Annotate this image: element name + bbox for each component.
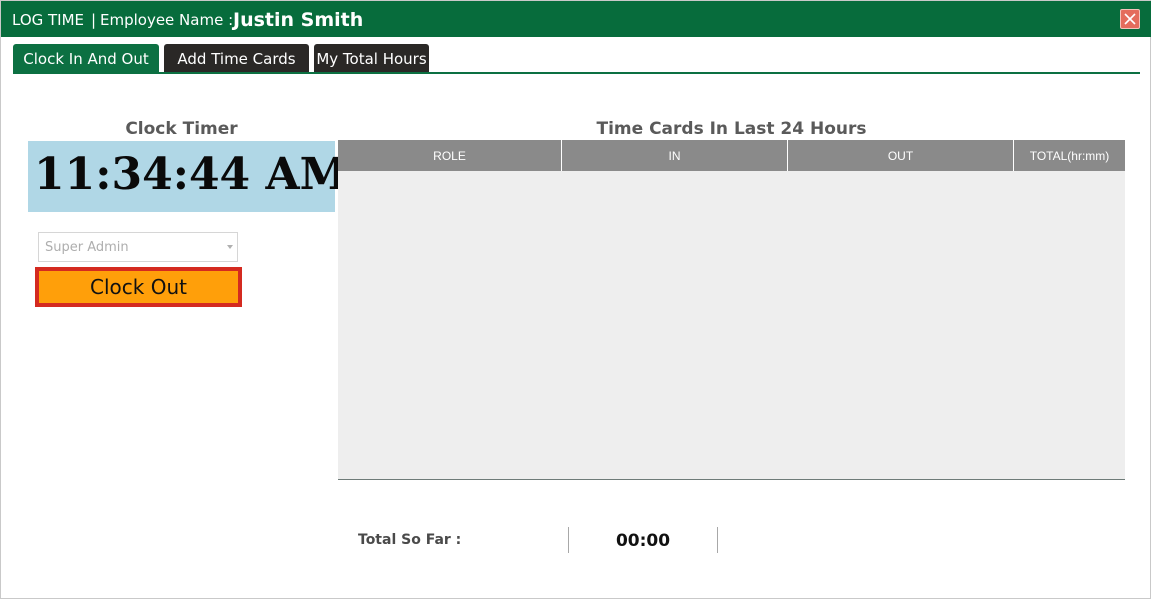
log-time-window: LOG TIME | Employee Name : Justin Smith … bbox=[0, 0, 1151, 599]
title-separator: | bbox=[91, 11, 97, 29]
tab-add-time-cards[interactable]: Add Time Cards bbox=[164, 44, 309, 73]
role-select-value: Super Admin bbox=[45, 240, 129, 255]
clock-time: 11:34:44 AM bbox=[34, 149, 349, 200]
column-header-in[interactable]: IN bbox=[562, 140, 788, 171]
employee-name-label: Employee Name : bbox=[100, 11, 234, 29]
role-select[interactable]: Super Admin bbox=[38, 232, 238, 262]
chevron-down-icon bbox=[227, 245, 233, 249]
clock-out-button[interactable]: Clock Out bbox=[35, 267, 242, 307]
time-cards-heading: Time Cards In Last 24 Hours bbox=[596, 119, 867, 139]
column-header-out[interactable]: OUT bbox=[788, 140, 1014, 171]
employee-name: Justin Smith bbox=[233, 9, 364, 31]
tab-clock-in-and-out[interactable]: Clock In And Out bbox=[13, 44, 159, 73]
column-header-total[interactable]: TOTAL(hr:mm) bbox=[1014, 140, 1125, 171]
clock-timer-heading: Clock Timer bbox=[125, 119, 238, 139]
divider bbox=[717, 527, 718, 553]
column-header-role[interactable]: ROLE bbox=[338, 140, 562, 171]
tab-my-total-hours[interactable]: My Total Hours bbox=[314, 44, 429, 73]
time-cards-table: ROLE IN OUT TOTAL(hr:mm) bbox=[338, 140, 1125, 480]
tab-underline bbox=[13, 72, 1140, 74]
clock-display: 11:34:44 AM bbox=[28, 141, 348, 212]
app-title: LOG TIME bbox=[12, 11, 85, 29]
total-so-far-label: Total So Far : bbox=[358, 532, 462, 548]
title-bar: LOG TIME | Employee Name : Justin Smith bbox=[1, 1, 1151, 37]
close-icon bbox=[1124, 13, 1136, 25]
table-body bbox=[338, 171, 1125, 479]
total-so-far-value: 00:00 bbox=[615, 531, 671, 551]
close-button[interactable] bbox=[1120, 9, 1140, 29]
table-header: ROLE IN OUT TOTAL(hr:mm) bbox=[338, 140, 1125, 171]
